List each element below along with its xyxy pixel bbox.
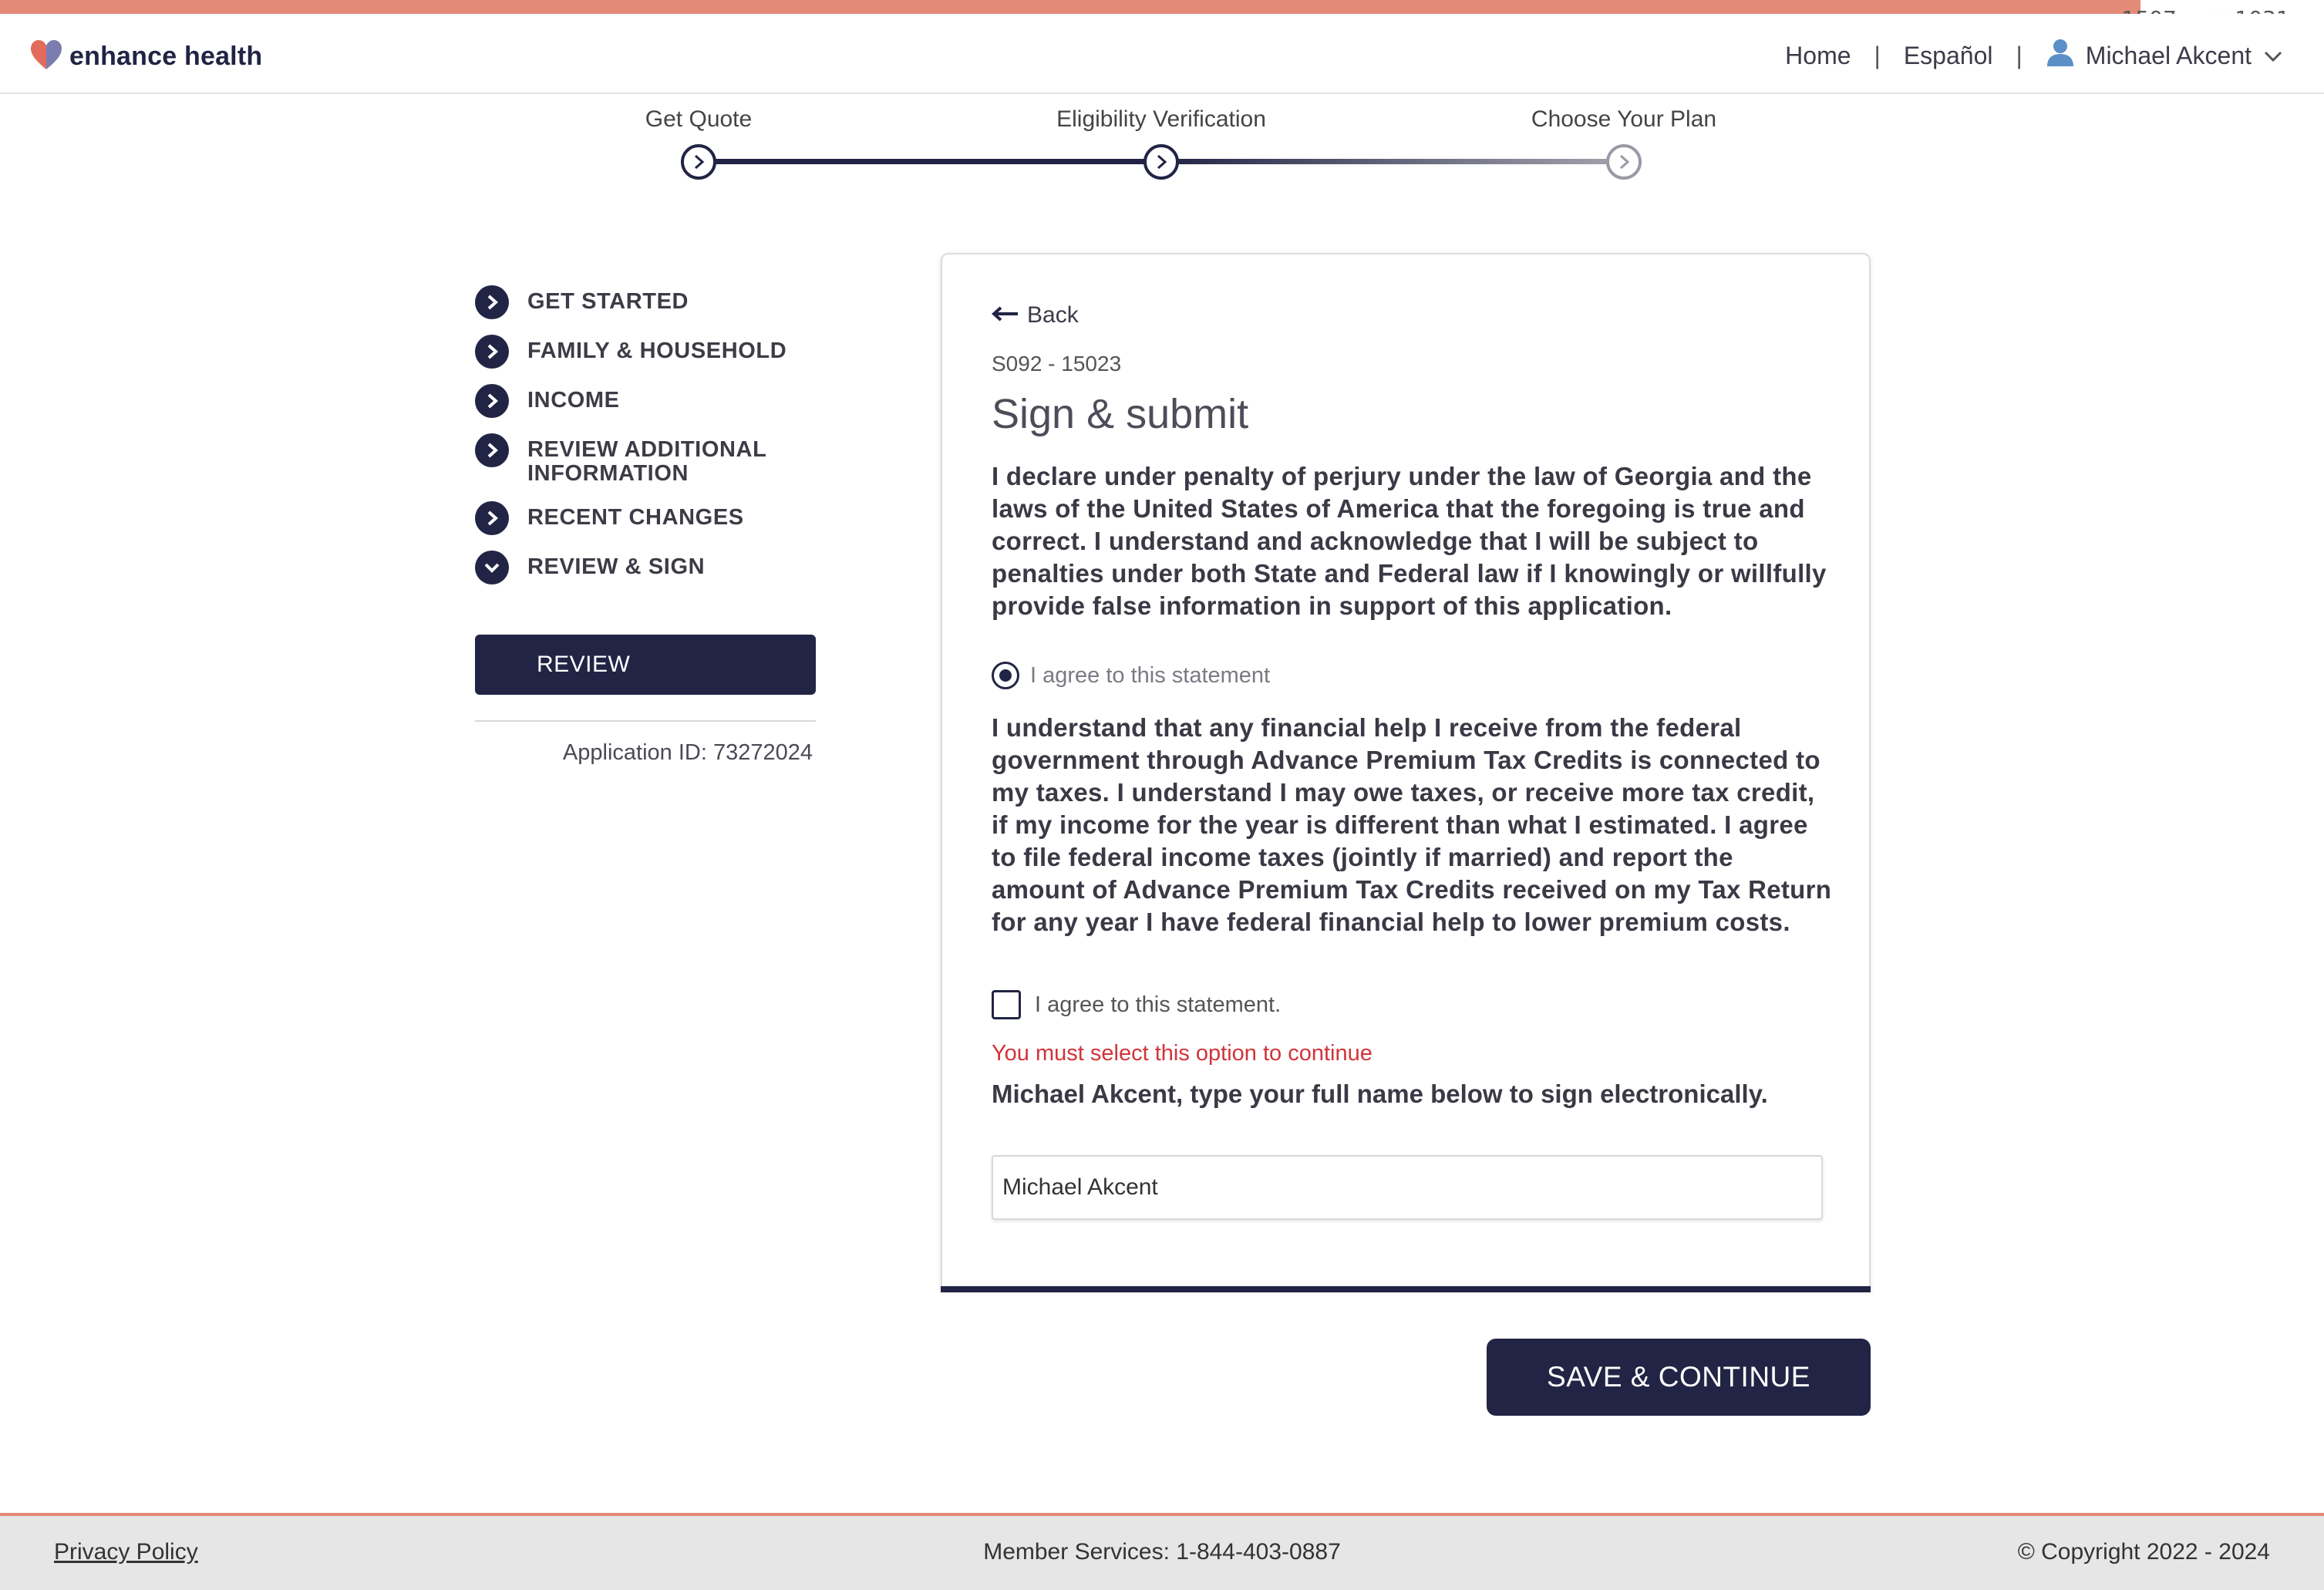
sidebar-item-income[interactable]: INCOME (475, 384, 816, 418)
progress-stepper: Get Quote Eligibility Verification Choos… (0, 93, 2324, 208)
step-current-icon[interactable] (1143, 144, 1179, 180)
signature-label: Michael Akcent, type your full name belo… (992, 1080, 1768, 1108)
agree-statement-1[interactable]: I agree to this statement (992, 662, 1270, 689)
nav-home-link[interactable]: Home (1785, 42, 1851, 70)
save-continue-button[interactable]: SAVE & CONTINUE (1487, 1339, 1871, 1416)
nav-separator: | (1874, 41, 1881, 69)
declaration-text-tax-credits: I understand that any financial help I r… (992, 713, 1832, 936)
error-message: You must select this option to continue (992, 1041, 1373, 1066)
sidebar-item-family-household[interactable]: FAMILY & HOUSEHOLD (475, 335, 816, 369)
step-complete-icon[interactable] (681, 144, 716, 180)
chevron-down-icon (2262, 42, 2284, 70)
chevron-right-icon (475, 285, 509, 319)
back-label: Back (1027, 302, 1079, 328)
agree-label: I agree to this statement. (1035, 992, 1282, 1017)
top-accent-bar (0, 0, 2140, 14)
sidebar-divider (475, 720, 816, 722)
chevron-right-icon (475, 501, 509, 535)
sidebar-item-label: INCOME (527, 388, 620, 413)
step-connector-pending (1161, 159, 1624, 164)
copyright: © Copyright 2022 - 2024 (2017, 1539, 2270, 1565)
chevron-right-icon (475, 384, 509, 418)
chevron-right-icon (475, 335, 509, 369)
nav-language-link[interactable]: Español (1904, 42, 1993, 70)
form-code: S092 - 15023 (992, 352, 1122, 376)
sidebar-item-get-started[interactable]: GET STARTED (475, 285, 816, 319)
page-title: Sign & submit (992, 391, 1249, 437)
member-services: Member Services: 1-844-403-0887 (983, 1539, 1341, 1565)
signature-input[interactable] (992, 1155, 1823, 1220)
nav-separator: | (2016, 41, 2023, 69)
user-icon (2046, 39, 2075, 72)
step-connector-complete (699, 159, 1161, 164)
chevron-down-icon (475, 551, 509, 584)
user-name: Michael Akcent (2085, 41, 2252, 69)
sidebar-subitem-review[interactable]: REVIEW (475, 635, 816, 695)
step-upcoming-icon (1606, 144, 1642, 180)
section-sidebar: GET STARTED FAMILY & HOUSEHOLD INCOME RE… (475, 285, 816, 605)
sidebar-item-label: RECENT CHANGES (527, 505, 744, 530)
agree-label: I agree to this statement (1030, 662, 1271, 688)
top-nav: Home | Español | Michael Akcent (1785, 39, 2284, 72)
sidebar-item-label: REVIEW ADDITIONAL INFORMATION (527, 437, 766, 486)
chevron-right-icon (475, 433, 509, 467)
agree-statement-2[interactable]: I agree to this statement. (992, 990, 1281, 1019)
arrow-left-icon (991, 302, 1019, 328)
application-id: Application ID: 73272024 (562, 740, 813, 765)
card-bottom-border (941, 1286, 1871, 1292)
sidebar-item-label: FAMILY & HOUSEHOLD (527, 339, 787, 363)
step-label: Choose Your Plan (1531, 106, 1717, 132)
user-menu[interactable]: Michael Akcent (2046, 39, 2284, 72)
agree-radio[interactable] (992, 662, 1019, 689)
privacy-policy-link[interactable]: Privacy Policy (54, 1539, 198, 1565)
logo[interactable]: enhance health (29, 39, 262, 75)
sidebar-item-review-additional-information[interactable]: REVIEW ADDITIONAL INFORMATION (475, 433, 816, 486)
sidebar-item-label: GET STARTED (527, 289, 689, 314)
logo-text: enhance health (69, 42, 263, 71)
step-label: Get Quote (645, 106, 753, 132)
radio-selected-dot (999, 669, 1012, 682)
agree-checkbox[interactable] (992, 990, 1021, 1019)
step-label: Eligibility Verification (1056, 106, 1266, 132)
sidebar-item-recent-changes[interactable]: RECENT CHANGES (475, 501, 816, 535)
back-link[interactable]: Back (991, 302, 1079, 328)
sidebar-item-review-sign[interactable]: REVIEW & SIGN (475, 551, 816, 584)
sidebar-item-label: REVIEW & SIGN (527, 554, 706, 579)
declaration-text-perjury: I declare under penalty of perjury under… (992, 462, 1827, 620)
heart-logo-icon (29, 39, 65, 75)
